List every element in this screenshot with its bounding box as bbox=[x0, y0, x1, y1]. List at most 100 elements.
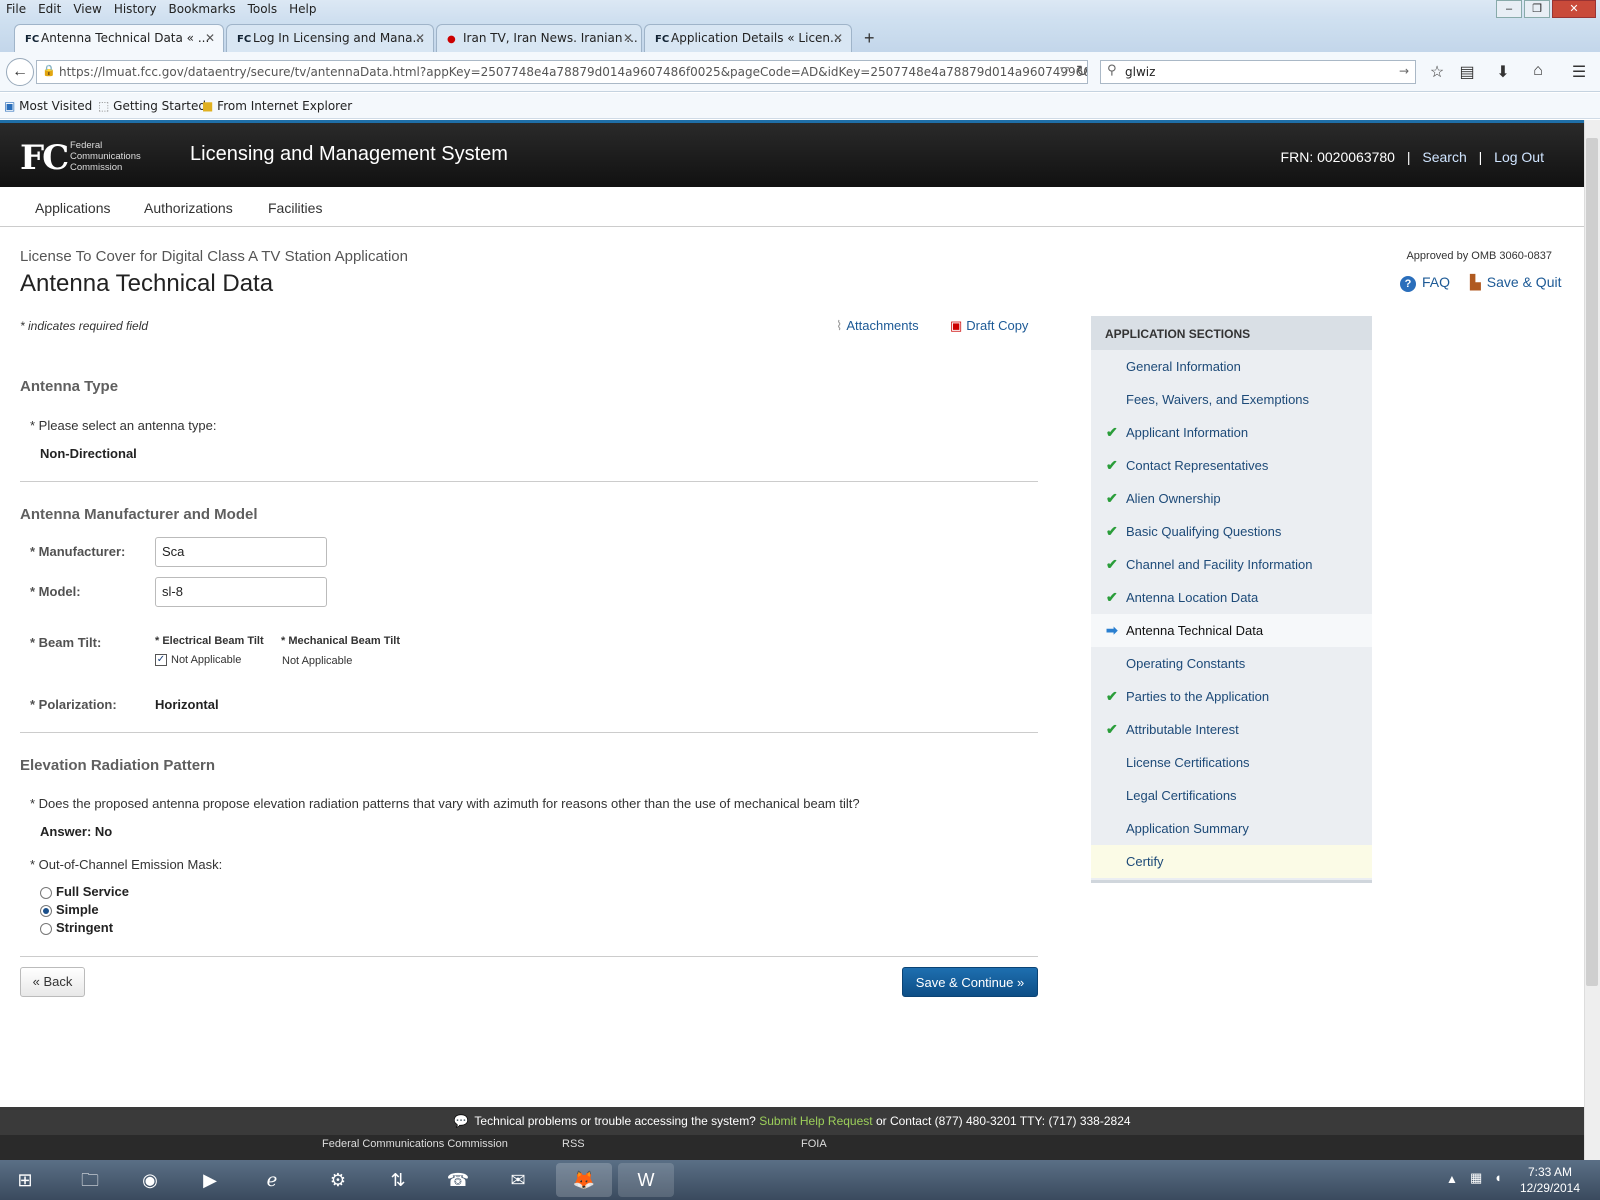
home-icon[interactable]: ⌂ bbox=[1527, 62, 1549, 82]
sidebar-item-attributable-interest[interactable]: ✔ Attributable Interest bbox=[1091, 713, 1372, 746]
nav-authorizations[interactable]: Authorizations bbox=[144, 200, 233, 216]
sidebar-item-channel-and-facility-information[interactable]: ✔ Channel and Facility Information bbox=[1091, 548, 1372, 581]
scrollbar-thumb[interactable] bbox=[1586, 138, 1598, 986]
menu-bookmarks[interactable]: Bookmarks bbox=[163, 0, 242, 16]
attachments-link[interactable]: ⌇ Attachments bbox=[836, 318, 919, 334]
menu-tools[interactable]: Tools bbox=[242, 0, 284, 16]
sidebar-item-contact-representatives[interactable]: ✔ Contact Representatives bbox=[1091, 449, 1372, 482]
tab-application-details[interactable]: FC Application Details « Licen... ✕ bbox=[644, 24, 852, 52]
network-app-icon[interactable]: ⚙ bbox=[310, 1163, 366, 1197]
frn-number: FRN: 0020063780 bbox=[1280, 149, 1395, 165]
footer-foia-link[interactable]: FOIA bbox=[801, 1138, 827, 1150]
polarization-value: Horizontal bbox=[155, 697, 219, 712]
system-clock[interactable]: 7:33 AM 12/29/2014 bbox=[1520, 1164, 1580, 1196]
tab-iran-tv[interactable]: ● Iran TV, Iran News. Iranian ... ✕ bbox=[436, 24, 642, 52]
network-icon[interactable]: ▦ bbox=[1470, 1170, 1482, 1186]
logout-link[interactable]: Log Out bbox=[1494, 149, 1544, 165]
back-arrow-icon[interactable]: ← bbox=[6, 58, 34, 86]
bookmark-star-icon[interactable]: ☆ bbox=[1426, 62, 1448, 82]
main-nav: Applications Authorizations Facilities bbox=[0, 187, 1584, 227]
draft-copy-link[interactable]: ▣ Draft Copy bbox=[950, 318, 1028, 334]
radio-button[interactable] bbox=[40, 922, 52, 935]
url-bar[interactable]: 🔒 https://lmuat.fcc.gov/dataentry/secure/… bbox=[36, 60, 1088, 84]
radio-button[interactable] bbox=[40, 886, 52, 899]
tray-arrow-icon[interactable]: ▲ bbox=[1446, 1172, 1458, 1186]
firefox-icon[interactable]: 🦊 bbox=[556, 1163, 612, 1197]
checkbox-checked-icon[interactable]: ✓ bbox=[155, 654, 167, 667]
tab-antenna-technical-data[interactable]: FC Antenna Technical Data « ... ✕ bbox=[14, 24, 224, 52]
nav-applications[interactable]: Applications bbox=[35, 200, 111, 216]
menu-view[interactable]: View bbox=[67, 0, 107, 16]
maximize-icon[interactable]: ❐ bbox=[1524, 0, 1550, 18]
submit-help-link[interactable]: Submit Help Request bbox=[759, 1114, 872, 1128]
file-transfer-icon[interactable]: ⇅ bbox=[370, 1163, 426, 1197]
close-tab-icon[interactable]: ✕ bbox=[205, 31, 215, 45]
nav-facilities[interactable]: Facilities bbox=[268, 200, 322, 216]
sidebar-item-legal-certifications[interactable]: Legal Certifications bbox=[1091, 779, 1372, 812]
new-tab-button[interactable]: + bbox=[864, 28, 875, 49]
menu-history[interactable]: History bbox=[108, 0, 163, 16]
volume-icon[interactable]: ◖ bbox=[1494, 1170, 1502, 1185]
outlook-icon[interactable]: ✉ bbox=[490, 1163, 546, 1197]
minimize-icon[interactable]: – bbox=[1496, 0, 1522, 18]
hamburger-menu-icon[interactable]: ☰ bbox=[1568, 62, 1590, 82]
sidebar-item-operating-constants[interactable]: Operating Constants bbox=[1091, 647, 1372, 680]
fcc-logo[interactable]: FC Federal Communications Commission bbox=[20, 138, 141, 178]
menu-help[interactable]: Help bbox=[283, 0, 322, 16]
menu-edit[interactable]: Edit bbox=[32, 0, 67, 16]
model-input[interactable]: sl-8 bbox=[155, 577, 327, 607]
close-tab-icon[interactable]: ✕ bbox=[415, 31, 425, 45]
checkmark-icon: ✔ bbox=[1106, 721, 1118, 737]
reading-list-icon[interactable]: ▤ bbox=[1456, 62, 1478, 82]
close-tab-icon[interactable]: ✕ bbox=[623, 31, 633, 45]
elevation-answer: Answer: No bbox=[40, 824, 113, 839]
sidebar-item-fees-waivers-and-exemptions[interactable]: Fees, Waivers, and Exemptions bbox=[1091, 383, 1372, 416]
sidebar-item-antenna-technical-data[interactable]: ➡ Antenna Technical Data bbox=[1091, 614, 1372, 647]
start-button-icon[interactable]: ⊞ bbox=[2, 1163, 48, 1197]
save-continue-button[interactable]: Save & Continue » bbox=[902, 967, 1038, 997]
beam-tilt-label: * Beam Tilt: bbox=[30, 635, 102, 650]
explorer-icon[interactable]: 🗀 bbox=[62, 1163, 118, 1197]
faq-link[interactable]: ? FAQ bbox=[1400, 274, 1450, 292]
sidebar-item-alien-ownership[interactable]: ✔ Alien Ownership bbox=[1091, 482, 1372, 515]
sidebar-item-basic-qualifying-questions[interactable]: ✔ Basic Qualifying Questions bbox=[1091, 515, 1372, 548]
radio-button-selected[interactable] bbox=[40, 904, 52, 917]
internet-explorer-icon[interactable]: ℯ bbox=[244, 1163, 300, 1197]
tab-log-in[interactable]: FC Log In Licensing and Mana... ✕ bbox=[226, 24, 434, 52]
search-input[interactable]: ⚲ glwiz → bbox=[1100, 60, 1416, 84]
close-window-icon[interactable]: ✕ bbox=[1552, 0, 1596, 18]
manufacturer-input[interactable]: Sca bbox=[155, 537, 327, 567]
radio-stringent[interactable]: Stringent bbox=[40, 920, 113, 935]
reload-icon[interactable]: ↻ bbox=[1076, 62, 1089, 80]
dropdown-icon[interactable]: ▽ bbox=[1060, 64, 1069, 78]
download-icon[interactable]: ⬇ bbox=[1492, 62, 1514, 82]
contact-text: or Contact (877) 480-3201 TTY: (717) 338… bbox=[875, 1114, 1131, 1128]
sidebar-item-application-summary[interactable]: Application Summary bbox=[1091, 812, 1372, 845]
footer-fcc-link[interactable]: Federal Communications Commission bbox=[322, 1138, 508, 1150]
sidebar-item-label: Attributable Interest bbox=[1126, 722, 1239, 737]
footer-rss-link[interactable]: RSS bbox=[562, 1138, 585, 1150]
chrome-icon[interactable]: ◉ bbox=[122, 1163, 178, 1197]
sidebar-item-general-information[interactable]: General Information bbox=[1091, 350, 1372, 383]
radio-full-service[interactable]: Full Service bbox=[40, 884, 129, 899]
media-player-icon[interactable]: ▶ bbox=[182, 1163, 238, 1197]
word-icon[interactable]: W bbox=[618, 1163, 674, 1197]
sidebar-item-parties-to-the-application[interactable]: ✔ Parties to the Application bbox=[1091, 680, 1372, 713]
close-tab-icon[interactable]: ✕ bbox=[833, 31, 843, 45]
bookmark-most-visited[interactable]: ▣ Most Visited bbox=[4, 99, 92, 113]
back-button[interactable]: « Back bbox=[20, 967, 85, 997]
phone-app-icon[interactable]: ☎ bbox=[430, 1163, 486, 1197]
manufacturer-label: * Manufacturer: bbox=[30, 544, 126, 559]
electrical-beam-tilt-checkbox[interactable]: ✓ Not Applicable bbox=[155, 654, 241, 667]
bookmark-from-ie[interactable]: ■ From Internet Explorer bbox=[202, 99, 352, 113]
sidebar-item-antenna-location-data[interactable]: ✔ Antenna Location Data bbox=[1091, 581, 1372, 614]
sidebar-item-applicant-information[interactable]: ✔ Applicant Information bbox=[1091, 416, 1372, 449]
go-arrow-icon[interactable]: → bbox=[1399, 64, 1409, 78]
sidebar-item-certify[interactable]: Certify bbox=[1091, 845, 1372, 878]
menu-file[interactable]: File bbox=[0, 0, 32, 16]
radio-simple[interactable]: Simple bbox=[40, 902, 99, 917]
sidebar-item-license-certifications[interactable]: License Certifications bbox=[1091, 746, 1372, 779]
save-quit-link[interactable]: ▙ Save & Quit bbox=[1470, 274, 1561, 291]
bookmark-getting-started[interactable]: ⬚ Getting Started bbox=[98, 99, 206, 113]
search-link[interactable]: Search bbox=[1422, 149, 1466, 165]
